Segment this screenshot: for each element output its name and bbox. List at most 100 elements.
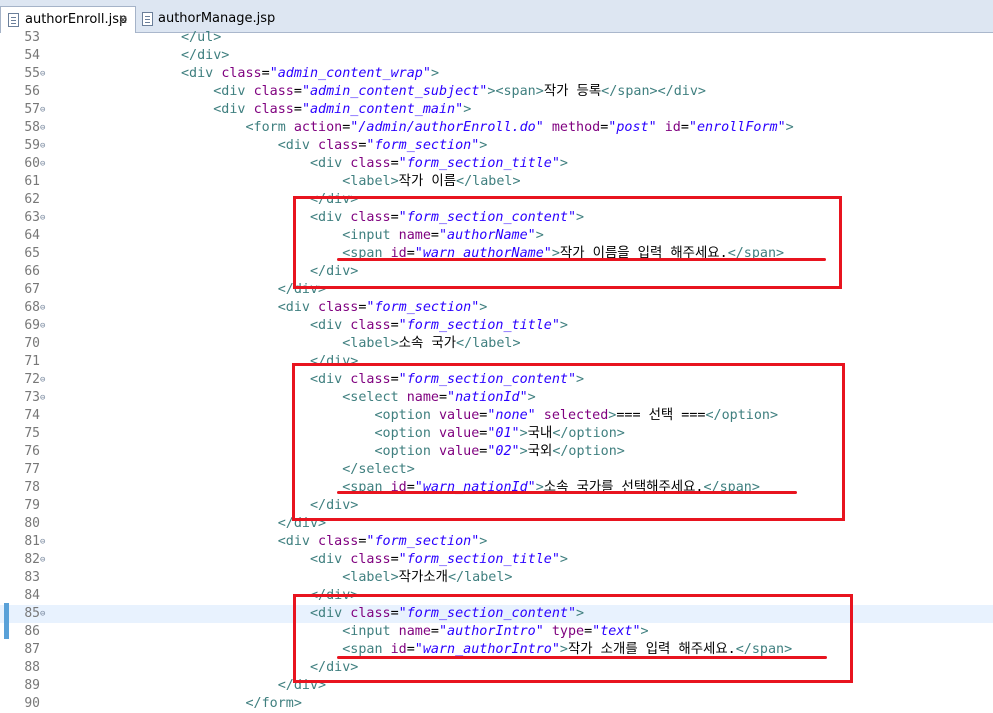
line-number: 59: [24, 138, 40, 153]
code-token: class: [350, 156, 391, 171]
code-token: </div>: [657, 84, 706, 99]
code-token: class: [318, 300, 359, 315]
line-number: 72: [24, 372, 40, 387]
code-line[interactable]: 54 </div>: [0, 47, 993, 65]
code-token: "form_section_title": [398, 156, 560, 171]
fold-toggle-icon[interactable]: ⊖: [40, 533, 49, 551]
code-token: >: [479, 138, 488, 153]
code-token: >: [559, 552, 568, 567]
code-line[interactable]: 83 <label>작가소개</label>: [0, 569, 993, 587]
code-token: =: [293, 84, 302, 99]
code-line[interactable]: 82 ⊖ <div class="form_section_title">: [0, 551, 993, 569]
code-token: class: [350, 318, 391, 333]
code-token: action: [293, 120, 343, 135]
code-token: >: [479, 534, 488, 549]
code-token: "admin_content_main": [301, 102, 464, 117]
fold-toggle-icon[interactable]: ⊖: [40, 605, 49, 623]
code-token: "post": [608, 120, 657, 135]
code-token: <form: [245, 120, 294, 135]
line-number: 66: [24, 264, 40, 279]
fold-toggle-icon[interactable]: ⊖: [40, 119, 49, 137]
code-line[interactable]: 69 ⊖ <div class="form_section_title">: [0, 317, 993, 335]
line-number: 80: [24, 516, 40, 531]
code-token: "form_section_title": [398, 552, 560, 567]
line-number: 63: [24, 210, 40, 225]
code-line[interactable]: 58 ⊖ <form action = "/admin/authorEnroll.do…: [0, 119, 993, 137]
code-line[interactable]: 81 ⊖ <div class="form_section">: [0, 533, 993, 551]
annotation-underline: [337, 656, 827, 659]
code-token: <label>: [342, 570, 399, 585]
code-text: <div class="admin_content_main">: [52, 101, 471, 119]
line-number: 78: [24, 480, 40, 495]
jsp-file-icon: [142, 12, 153, 26]
code-token: </ul>: [181, 30, 222, 45]
fold-toggle-icon[interactable]: ⊖: [40, 137, 49, 155]
line-number: 69: [24, 318, 40, 333]
code-token: >: [430, 66, 439, 81]
code-text: <div class="form_section">: [52, 137, 488, 155]
code-line[interactable]: 61 <label>작가 이름</label>: [0, 173, 993, 191]
code-token: <div: [213, 102, 254, 117]
fold-toggle-icon[interactable]: ⊖: [40, 551, 49, 569]
fold-toggle-icon[interactable]: ⊖: [40, 299, 49, 317]
code-token: <div: [277, 300, 319, 315]
line-number: 65: [24, 246, 40, 261]
line-number: 76: [24, 444, 40, 459]
code-line[interactable]: 55 ⊖ <div class="admin_content_wrap">: [0, 65, 993, 83]
code-line[interactable]: 59 ⊖ <div class="form_section">: [0, 137, 993, 155]
line-number: 77: [24, 462, 40, 477]
code-token: </label>: [456, 174, 521, 189]
code-token: <label>: [342, 174, 399, 189]
code-text: <div class="form_section_title">: [52, 155, 568, 173]
line-number: 81: [24, 534, 40, 549]
jsp-file-icon: [8, 13, 19, 27]
code-line[interactable]: 60 ⊖ <div class="form_section_title">: [0, 155, 993, 173]
line-number: 56: [24, 84, 40, 99]
line-number: 60: [24, 156, 40, 171]
code-line[interactable]: 53 </ul>: [0, 29, 993, 47]
fold-toggle-icon[interactable]: ⊖: [40, 389, 49, 407]
code-token: class: [350, 552, 391, 567]
line-number: 75: [24, 426, 40, 441]
code-token: 소속 국가: [398, 336, 457, 351]
fold-toggle-icon[interactable]: ⊖: [40, 101, 49, 119]
code-line[interactable]: 90 </form>: [0, 695, 993, 713]
line-number: 82: [24, 552, 40, 567]
code-token: class: [318, 534, 359, 549]
code-text: <div class="admin_content_wrap">: [52, 65, 439, 83]
code-token: "form_section": [366, 534, 480, 549]
line-number: 64: [24, 228, 40, 243]
code-text: <label>작가 이름</label>: [52, 173, 521, 191]
code-token: =: [293, 102, 302, 117]
code-line[interactable]: 68 ⊖ <div class="form_section">: [0, 299, 993, 317]
fold-toggle-icon[interactable]: ⊖: [40, 155, 49, 173]
code-token: <span>: [495, 84, 544, 99]
line-number: 71: [24, 354, 40, 369]
code-token: =: [390, 318, 399, 333]
fold-toggle-icon[interactable]: ⊖: [40, 209, 49, 227]
code-text: </form>: [52, 695, 301, 713]
code-token: >: [559, 318, 568, 333]
code-line[interactable]: 57 ⊖ <div class="admin_content_main">: [0, 101, 993, 119]
code-text: <div class="form_section_title">: [52, 317, 568, 335]
code-token: =: [261, 66, 270, 81]
code-token: <div: [277, 138, 319, 153]
code-line[interactable]: 70 <label>소속 국가</label>: [0, 335, 993, 353]
fold-toggle-icon[interactable]: ⊖: [40, 65, 49, 83]
fold-toggle-icon[interactable]: ⊖: [40, 317, 49, 335]
code-token: "enrollForm": [688, 120, 786, 135]
annotation-underline: [337, 258, 826, 261]
code-token: </label>: [456, 336, 521, 351]
code-token: class: [253, 84, 294, 99]
code-token: class: [221, 66, 262, 81]
code-line[interactable]: 56 <div class="admin_content_subject"><s…: [0, 83, 993, 101]
code-token: "form_section": [366, 300, 480, 315]
line-number: 87: [24, 642, 40, 657]
code-text: <div class="form_section_title">: [52, 551, 568, 569]
fold-toggle-icon[interactable]: ⊖: [40, 371, 49, 389]
code-text: </div>: [52, 677, 326, 695]
code-token: <div: [277, 534, 319, 549]
code-text: <div class="form_section">: [52, 533, 488, 551]
line-number: 61: [24, 174, 40, 189]
